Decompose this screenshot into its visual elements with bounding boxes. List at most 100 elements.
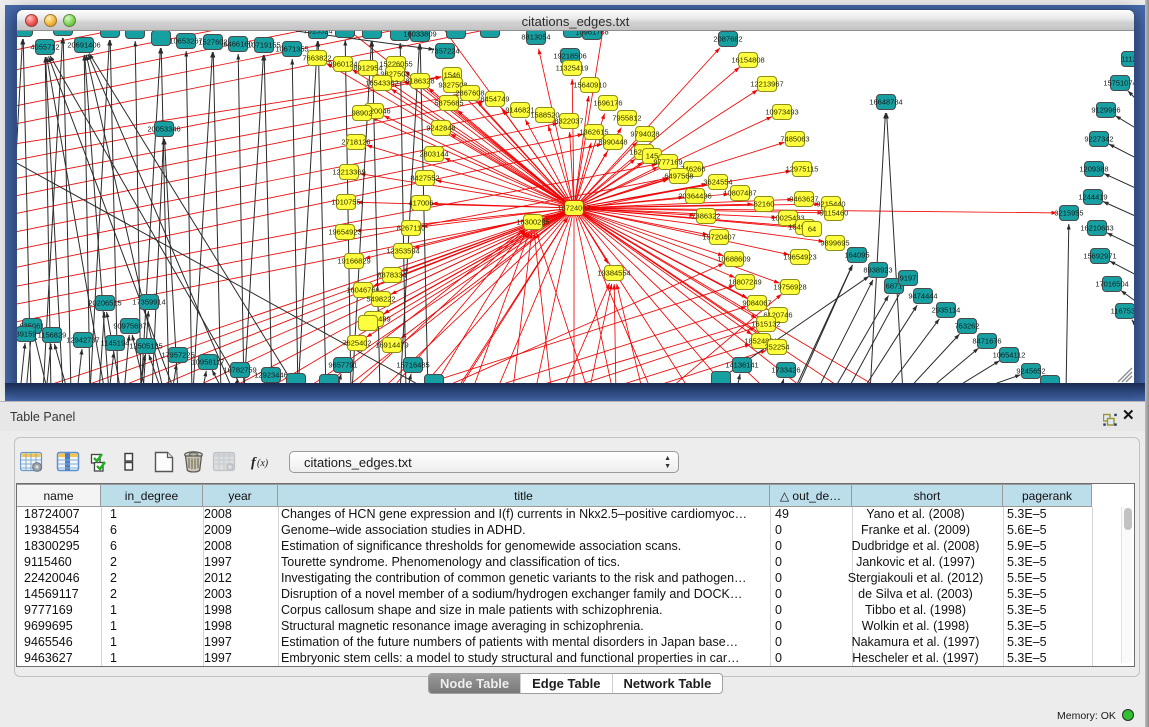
svg-text:19756928: 19756928: [773, 283, 806, 292]
svg-text:1156829: 1156829: [38, 331, 67, 340]
svg-text:16543362: 16543362: [365, 79, 398, 88]
svg-text:11325419: 11325419: [556, 64, 589, 73]
svg-text:20053346: 20053346: [147, 125, 180, 134]
svg-text:10807487: 10807487: [723, 189, 756, 198]
svg-text:16033809: 16033809: [403, 31, 436, 39]
svg-text:417006: 417006: [408, 199, 433, 208]
svg-text:10961768: 10961768: [575, 31, 608, 37]
svg-text:17957225: 17957225: [161, 351, 194, 360]
svg-text:2935114: 2935114: [932, 306, 961, 315]
svg-text:8878334: 8878334: [377, 271, 406, 280]
svg-text:15640910: 15640910: [573, 81, 606, 90]
svg-text:20364436: 20364436: [678, 192, 711, 201]
svg-text:8186328: 8186328: [405, 77, 434, 86]
svg-text:12923446: 12923446: [254, 371, 287, 380]
svg-text:7955812: 7955812: [612, 114, 641, 123]
svg-text:1167533: 1167533: [1111, 307, 1134, 316]
svg-text:9227342: 9227342: [1084, 135, 1113, 144]
svg-text:(x): (x): [257, 458, 269, 469]
svg-text:19654923: 19654923: [328, 228, 361, 237]
svg-text:7663822: 7663822: [302, 54, 331, 63]
svg-text:5875685: 5875685: [434, 99, 463, 108]
svg-text:12213967: 12213967: [750, 80, 783, 89]
svg-text:7515524: 7515524: [303, 31, 332, 36]
svg-text:164095: 164095: [844, 251, 869, 260]
svg-text:14136141: 14136141: [725, 361, 758, 370]
svg-text:16154808: 16154808: [731, 56, 764, 65]
svg-text:252254: 252254: [764, 343, 789, 352]
svg-text:62160: 62160: [754, 200, 775, 209]
svg-text:8322037: 8322037: [554, 117, 583, 126]
svg-text:15716485: 15716485: [396, 361, 429, 370]
svg-text:39159: 39159: [17, 330, 36, 339]
svg-text:18300295: 18300295: [516, 218, 549, 227]
svg-text:12942737: 12942737: [66, 336, 99, 345]
svg-text:10958117: 10958117: [192, 358, 225, 367]
svg-text:8912954: 8912954: [353, 64, 382, 73]
svg-text:8454749: 8454749: [480, 95, 509, 104]
svg-text:8427552: 8427552: [410, 174, 439, 183]
svg-text:17359914: 17359914: [132, 298, 165, 307]
svg-text:12505135: 12505135: [129, 342, 162, 351]
svg-text:1010755: 1010755: [331, 198, 360, 207]
svg-text:9463627: 9463627: [789, 195, 818, 204]
svg-text:16648784: 16648784: [869, 98, 902, 107]
svg-text:19384554: 19384554: [597, 269, 630, 278]
svg-text:6497568: 6497568: [664, 172, 693, 181]
svg-text:7386322: 7386322: [691, 212, 720, 221]
svg-text:2087682: 2087682: [713, 35, 742, 44]
svg-text:10654112: 10654112: [993, 351, 1026, 360]
svg-text:1696176: 1696176: [593, 99, 622, 108]
svg-text:12975115: 12975115: [786, 165, 819, 174]
svg-text:16782759: 16782759: [223, 366, 256, 375]
svg-text:763262: 763262: [954, 322, 979, 331]
svg-text:7625402: 7625402: [342, 339, 371, 348]
svg-text:12353594: 12353594: [386, 247, 419, 256]
svg-text:10671355: 10671355: [275, 45, 308, 54]
svg-text:98902: 98902: [352, 109, 373, 118]
svg-text:7357224: 7357224: [430, 47, 459, 56]
svg-text:17016504: 17016504: [1095, 280, 1128, 289]
svg-text:18724007: 18724007: [557, 204, 590, 213]
svg-text:8938923: 8938923: [863, 266, 892, 275]
svg-text:2803144: 2803144: [419, 150, 448, 159]
svg-text:9899695: 9899695: [820, 239, 849, 248]
svg-text:8471676: 8471676: [972, 337, 1001, 346]
svg-text:16914479: 16914479: [375, 341, 408, 350]
svg-text:4055712: 4055712: [30, 43, 59, 52]
svg-text:1209388: 1209388: [1079, 165, 1108, 174]
svg-text:64: 64: [808, 225, 816, 234]
svg-text:9129966: 9129966: [1091, 106, 1120, 115]
svg-text:16210643: 16210643: [1080, 224, 1113, 233]
svg-text:1733426: 1733426: [771, 366, 800, 375]
svg-text:2718126: 2718126: [341, 138, 370, 147]
svg-text:7485063: 7485063: [780, 135, 809, 144]
svg-text:20691406: 20691406: [67, 41, 100, 50]
svg-text:1244419: 1244419: [1078, 193, 1107, 202]
svg-text:8267110: 8267110: [397, 224, 426, 233]
svg-text:18807249: 18807249: [728, 278, 761, 287]
svg-text:11121: 11121: [1121, 55, 1134, 64]
svg-text:3215955: 3215955: [1054, 209, 1083, 218]
svg-text:10973493: 10973493: [765, 108, 798, 117]
svg-text:9657791: 9657791: [328, 361, 357, 370]
svg-text:15692971: 15692971: [1083, 252, 1116, 261]
svg-text:9245652: 9245652: [1016, 367, 1045, 376]
svg-text:9777169: 9777169: [653, 158, 682, 167]
svg-text:1145194: 1145194: [101, 339, 130, 348]
svg-text:19654923: 19654923: [783, 253, 816, 262]
svg-text:9794028: 9794028: [630, 130, 659, 139]
svg-text:1615132: 1615132: [751, 320, 780, 329]
svg-text:15720407: 15720407: [702, 233, 735, 242]
svg-text:19218506: 19218506: [553, 52, 586, 61]
svg-text:5498222: 5498222: [366, 295, 395, 304]
svg-text:8813054: 8813054: [521, 33, 550, 42]
svg-text:9115460: 9115460: [820, 209, 849, 218]
svg-text:19166829: 19166829: [337, 257, 370, 266]
svg-text:15751074: 15751074: [1103, 79, 1134, 88]
svg-text:90975687: 90975687: [113, 322, 146, 331]
svg-text:12213369: 12213369: [332, 168, 365, 177]
svg-text:9197: 9197: [900, 274, 917, 283]
svg-text:10688609: 10688609: [717, 255, 750, 264]
svg-text:9242848: 9242848: [426, 124, 455, 133]
